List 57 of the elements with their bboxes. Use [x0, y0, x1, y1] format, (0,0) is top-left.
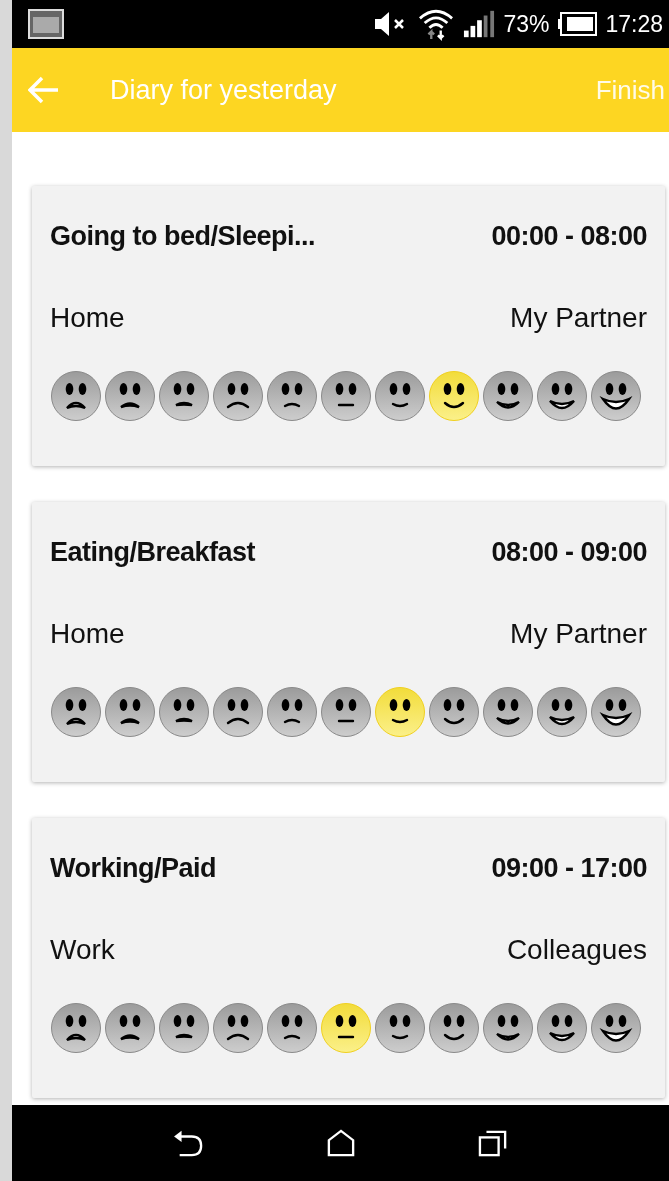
smiley-icon[interactable] [536, 1002, 588, 1054]
company-label: My Partner [510, 618, 647, 650]
image-icon [28, 9, 64, 39]
selected-smiley-icon[interactable] [428, 370, 480, 422]
time-range: 00:00 - 08:00 [491, 220, 647, 252]
smiley-icon[interactable] [482, 1002, 534, 1054]
smiley-icon[interactable] [482, 370, 534, 422]
smiley-icon[interactable] [590, 686, 642, 738]
activity-name: Eating/Breakfast [50, 536, 256, 568]
smiley-icon[interactable] [482, 686, 534, 738]
diary-card[interactable]: Eating/Breakfast 08:00 - 09:00 Home My Partner [32, 502, 665, 782]
smiley-icon[interactable] [50, 686, 102, 738]
smiley-icon[interactable] [104, 1002, 156, 1054]
recent-apps-icon[interactable] [477, 1129, 508, 1157]
diary-card[interactable]: Going to bed/Sleepi... 00:00 - 08:00 Home My Partner [32, 186, 665, 466]
battery-percent: 73% [503, 10, 550, 38]
place-label: Work [50, 934, 115, 966]
smiley-icon[interactable] [428, 1002, 480, 1054]
smiley-icon[interactable] [374, 1002, 426, 1054]
selected-smiley-icon[interactable] [320, 1002, 372, 1054]
smiley-icon[interactable] [266, 1002, 318, 1054]
smiley-icon[interactable] [320, 686, 372, 738]
diary-card[interactable]: Working/Paid 09:00 - 17:00 Work Colleagues [32, 818, 665, 1098]
smiley-icon[interactable] [50, 1002, 102, 1054]
clock: 17:28 [605, 10, 663, 38]
smiley-icon[interactable] [266, 686, 318, 738]
smiley-icon[interactable] [104, 686, 156, 738]
smiley-icon[interactable] [266, 370, 318, 422]
smiley-icon[interactable] [428, 686, 480, 738]
time-range: 09:00 - 17:00 [491, 852, 647, 884]
smiley-icon[interactable] [212, 686, 264, 738]
smiley-icon[interactable] [50, 370, 102, 422]
smiley-icon[interactable] [320, 370, 372, 422]
smiley-icon[interactable] [536, 370, 588, 422]
smiley-icon[interactable] [374, 370, 426, 422]
signal-icon [463, 10, 496, 38]
smiley-icon[interactable] [590, 370, 642, 422]
smiley-icon[interactable] [212, 370, 264, 422]
selected-smiley-icon[interactable] [374, 686, 426, 738]
screen-title: Diary for yesterday [110, 74, 337, 106]
wifi-icon [417, 7, 456, 41]
time-range: 08:00 - 09:00 [491, 536, 647, 568]
battery-icon [557, 12, 598, 36]
place-label: Home [50, 302, 125, 334]
smiley-icon[interactable] [158, 686, 210, 738]
activity-name: Going to bed/Sleepi... [50, 220, 315, 252]
smiley-icon[interactable] [590, 1002, 642, 1054]
home-icon[interactable] [327, 1129, 356, 1157]
company-label: Colleagues [506, 934, 647, 966]
smiley-icon[interactable] [536, 686, 588, 738]
smiley-icon[interactable] [212, 1002, 264, 1054]
activity-name: Working/Paid [50, 852, 217, 884]
smiley-icon[interactable] [158, 370, 210, 422]
smiley-icon[interactable] [104, 370, 156, 422]
place-label: Home [50, 618, 125, 650]
smiley-icon[interactable] [158, 1002, 210, 1054]
company-label: My Partner [510, 302, 647, 334]
